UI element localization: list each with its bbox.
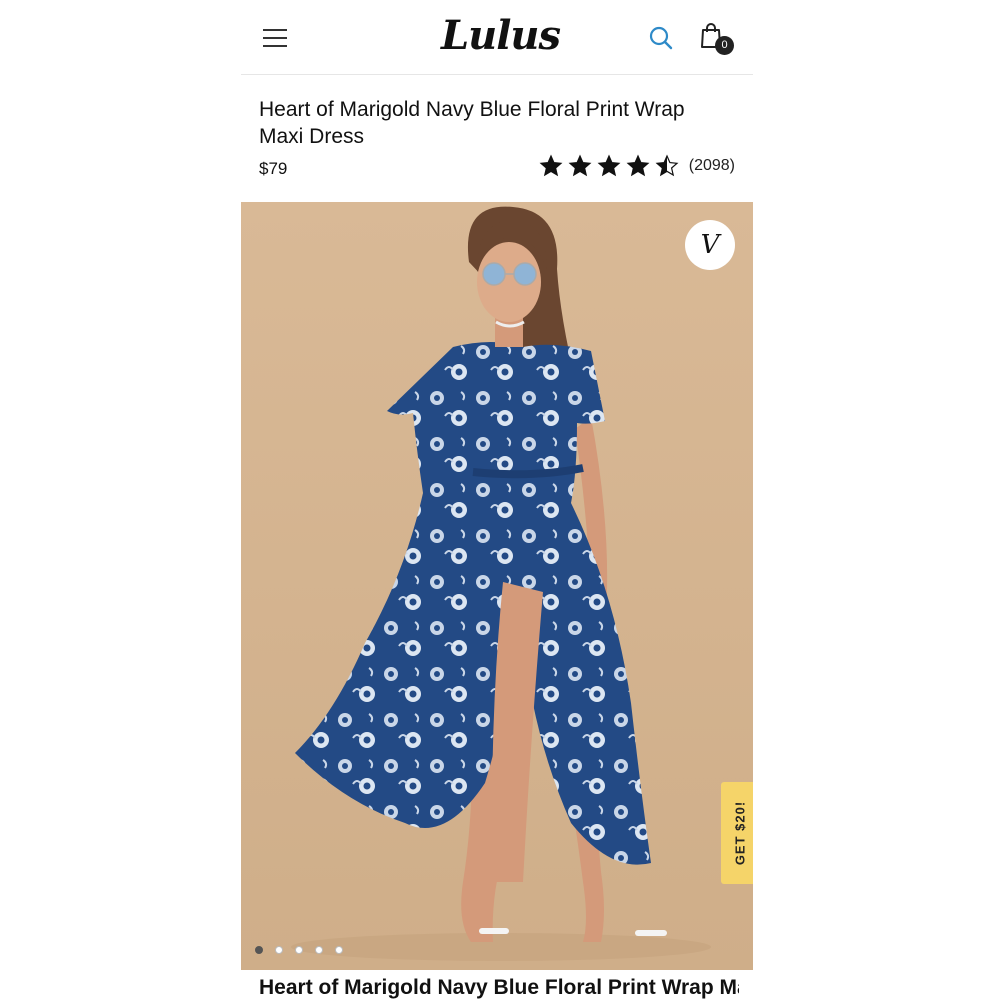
gallery-dot[interactable]	[255, 946, 263, 954]
half-star-icon	[655, 154, 679, 177]
shopping-bag-button[interactable]: 0	[699, 22, 735, 56]
product-image-gallery[interactable]: V GET $20!	[241, 202, 753, 970]
promo-label: GET $20!	[732, 800, 748, 866]
gallery-dot[interactable]	[315, 946, 323, 954]
heart-v-icon: V	[700, 230, 720, 260]
star-icon	[626, 154, 650, 177]
product-photo	[241, 202, 753, 970]
search-icon[interactable]	[647, 24, 675, 52]
gallery-dot[interactable]	[295, 946, 303, 954]
product-title-below-image: Heart of Marigold Navy Blue Floral Print…	[259, 976, 739, 999]
star-icon	[597, 154, 621, 177]
cart-count-badge: 0	[715, 36, 734, 55]
product-price: $79	[259, 159, 288, 178]
brand-logo[interactable]: Lulus	[441, 8, 561, 64]
star-icon	[568, 154, 592, 177]
star-icon	[539, 154, 563, 177]
product-rating[interactable]: (2098)	[539, 154, 735, 178]
mobile-viewport: Lulus 0 Heart of Marigold Navy Blue Flor…	[241, 0, 753, 1000]
favorite-button[interactable]: V	[685, 220, 735, 270]
rating-stars	[539, 154, 679, 178]
gallery-pagination	[255, 946, 343, 954]
brand-logo-text: Lulus	[441, 12, 561, 59]
hamburger-menu-icon[interactable]	[263, 27, 289, 49]
gallery-dot[interactable]	[275, 946, 283, 954]
promo-tab[interactable]: GET $20!	[721, 782, 753, 884]
top-navigation-bar: Lulus 0	[241, 0, 753, 75]
review-count: (2098)	[688, 157, 735, 174]
product-title: Heart of Marigold Navy Blue Floral Print…	[259, 98, 685, 148]
gallery-dot[interactable]	[335, 946, 343, 954]
